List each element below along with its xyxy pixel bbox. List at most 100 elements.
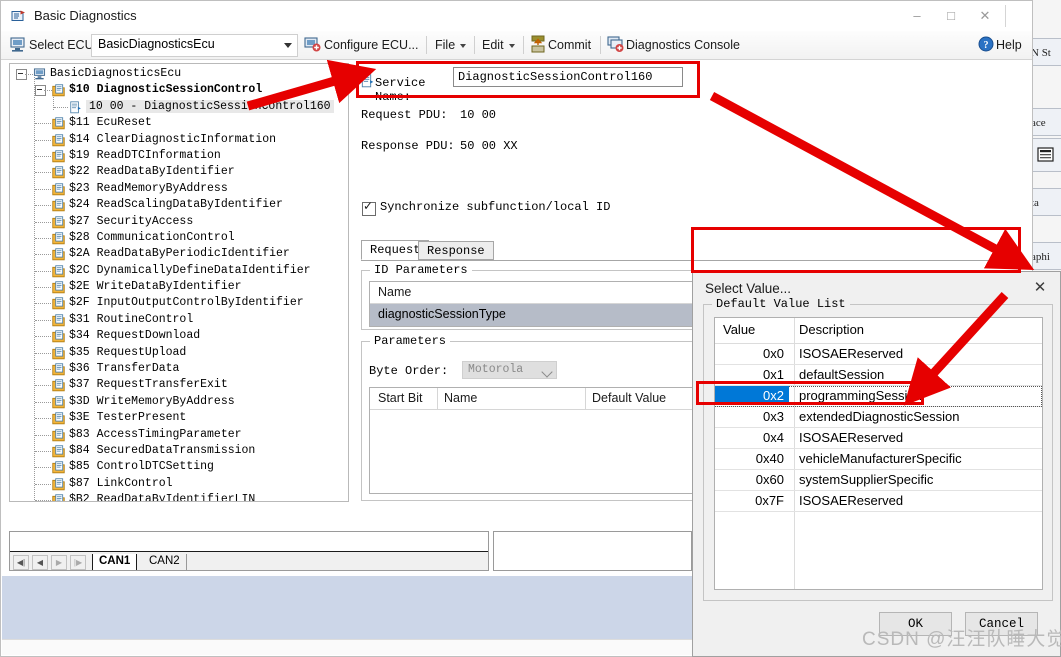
file-menu-label: File (435, 38, 456, 52)
dialog-row-description: ISOSAEReserved (799, 346, 904, 361)
dialog-value-row[interactable]: 0x0 ISOSAEReserved (715, 344, 1042, 365)
service-folder-icon (52, 150, 65, 163)
tree-row-item[interactable]: $84 SecuredDataTransmission (10, 443, 348, 459)
tree-hline (35, 303, 51, 305)
title-bar: Basic Diagnostics – □ ✕ (1, 1, 1032, 32)
window-title: Basic Diagnostics (34, 8, 137, 23)
toolbar: Select ECU: BasicDiagnosticsEcu Configur… (1, 31, 1032, 60)
tree-row-item[interactable]: $31 RoutineControl (10, 312, 348, 328)
tree-hline (35, 172, 51, 174)
tree-row-item[interactable]: $37 RequestTransferExit (10, 377, 348, 393)
dialog-title: Select Value... (705, 281, 792, 296)
tree-item-label: $37 RequestTransferExit (69, 378, 228, 392)
service-folder-icon (52, 166, 65, 179)
dialog-close-icon[interactable]: ✕ (1030, 278, 1050, 298)
nav-last-button[interactable]: |▶ (70, 555, 86, 570)
tree-row-item[interactable]: $35 RequestUpload (10, 345, 348, 361)
close-button[interactable]: ✕ (968, 1, 1002, 30)
configure-ecu-button[interactable]: Configure ECU... (324, 35, 418, 55)
tree-row-item[interactable]: $B2 ReadDataByIdentifierLIN (10, 492, 348, 501)
tree-item-label: $11 EcuReset (69, 116, 152, 130)
dialog-row-description: ISOSAEReserved (799, 430, 904, 445)
help-button[interactable]: Help (996, 35, 1022, 55)
nav-next-icon: ▶ (55, 558, 63, 567)
tree-row-item[interactable]: $3D WriteMemoryByAddress (10, 394, 348, 410)
tree-row-item[interactable]: $83 AccessTimingParameter (10, 427, 348, 443)
tree-row-item[interactable]: $3E TesterPresent (10, 410, 348, 426)
bottom-left-pane[interactable]: ◀| ◀ ▶ |▶ CAN1 CAN2 (9, 531, 489, 571)
tree-row-item[interactable]: $34 RequestDownload (10, 328, 348, 344)
toolbar-sep-3 (523, 36, 524, 54)
default-value-list-group: Default Value List Value Description 0x0… (703, 297, 1053, 601)
tree-row-item[interactable]: $14 ClearDiagnosticInformation (10, 132, 348, 148)
tree-row-item[interactable]: $87 LinkControl (10, 476, 348, 492)
tree-row-item[interactable]: $36 TransferData (10, 361, 348, 377)
tree-item-label: $28 CommunicationControl (69, 230, 235, 244)
tree-row-item[interactable]: $11 EcuReset (10, 115, 348, 131)
service-tree-panel[interactable]: BasicDiagnosticsEcu $10 DiagnosticSessio… (9, 63, 349, 502)
nav-next-button[interactable]: ▶ (51, 555, 67, 570)
dialog-value-row[interactable]: 0x7F ISOSAEReserved (715, 491, 1042, 512)
tree-row-item[interactable]: $23 ReadMemoryByAddress (10, 181, 348, 197)
tree-row-item[interactable]: $27 SecurityAccess (10, 214, 348, 230)
tree-item-label: $19 ReadDTCInformation (69, 148, 221, 162)
nav-first-icon: ◀| (16, 558, 26, 567)
service-folder-icon (52, 199, 65, 212)
tree-item-label: $85 ControlDTCSetting (69, 460, 214, 474)
tree-item-label: $14 ClearDiagnosticInformation (69, 132, 277, 146)
dialog-value-row[interactable]: 0x40 vehicleManufacturerSpecific (715, 449, 1042, 470)
sheet-tab-can1[interactable]: CAN1 (92, 554, 138, 570)
tree-row-child[interactable]: 10 00 - DiagnosticSessionControl160 (10, 99, 348, 115)
commit-button[interactable]: Commit (548, 35, 591, 55)
tree-row-item[interactable]: $85 ControlDTCSetting (10, 459, 348, 475)
pdu-document-icon (70, 101, 81, 114)
tree-item-label: $83 AccessTimingParameter (69, 427, 242, 441)
select-ecu-combo[interactable]: BasicDiagnosticsEcu (91, 34, 298, 57)
background-strip-1: N St (1029, 38, 1061, 66)
edit-menu[interactable]: Edit (482, 35, 515, 55)
minimize-button[interactable]: – (900, 1, 934, 30)
tree-row-item[interactable]: $2A ReadDataByPeriodicIdentifier (10, 246, 348, 262)
tree-hline (35, 467, 51, 469)
tab-response[interactable]: Response (418, 241, 494, 260)
tree-row-item[interactable]: $2C DynamicallyDefineDataIdentifier (10, 263, 348, 279)
service-folder-icon (52, 396, 65, 409)
tree-row-item[interactable]: $28 CommunicationControl (10, 230, 348, 246)
dialog-value-row[interactable]: 0x3 extendedDiagnosticSession (715, 407, 1042, 428)
dialog-value-row[interactable]: 0x4 ISOSAEReserved (715, 428, 1042, 449)
service-folder-icon (52, 346, 65, 359)
param-col-name: Name (444, 391, 478, 405)
param-col-start-bit: Start Bit (378, 391, 423, 405)
request-pdu-value: 10 00 (460, 108, 497, 122)
dialog-col-value: Value (723, 322, 756, 337)
tree-row-service[interactable]: $10 DiagnosticSessionControl (10, 82, 348, 98)
bottom-right-pane[interactable] (493, 531, 692, 571)
tree-hline (35, 336, 51, 338)
service-folder-icon (52, 281, 65, 294)
tree-item-label: $36 TransferData (69, 362, 180, 376)
toolbar-sep-1 (426, 36, 427, 54)
byte-order-select[interactable]: Motorola (462, 361, 557, 379)
file-menu[interactable]: File (435, 35, 467, 55)
tree-service-label: $10 DiagnosticSessionControl (69, 83, 263, 97)
maximize-button[interactable]: □ (934, 1, 968, 30)
nav-first-button[interactable]: ◀| (13, 555, 29, 570)
tree-row-item[interactable]: $2F InputOutputControlByIdentifier (10, 295, 348, 311)
dialog-value-row[interactable]: 0x60 systemSupplierSpecific (715, 470, 1042, 491)
default-value-grid[interactable]: Value Description 0x0 ISOSAEReserved 0x1 de… (714, 317, 1043, 590)
sheet-tab-can2[interactable]: CAN2 (143, 554, 187, 570)
computer-icon (33, 68, 46, 80)
tree-row-item[interactable]: $24 ReadScalingDataByIdentifier (10, 197, 348, 213)
tree-hline (35, 188, 51, 190)
csdn-watermark: CSDN @汪汪队睡大觉 (862, 629, 1061, 650)
help-icon: ? (978, 36, 994, 52)
synchronize-checkbox[interactable] (362, 199, 376, 216)
diagnostics-console-button[interactable]: Diagnostics Console (626, 35, 740, 55)
toolbar-sep-2 (474, 36, 475, 54)
tree-row-item[interactable]: $2E WriteDataByIdentifier (10, 279, 348, 295)
tree-row-root[interactable]: BasicDiagnosticsEcu (10, 66, 348, 82)
id-col-name: Name (378, 285, 412, 299)
tree-row-item[interactable]: $22 ReadDataByIdentifier (10, 164, 348, 180)
tree-row-item[interactable]: $19 ReadDTCInformation (10, 148, 348, 164)
nav-prev-button[interactable]: ◀ (32, 555, 48, 570)
